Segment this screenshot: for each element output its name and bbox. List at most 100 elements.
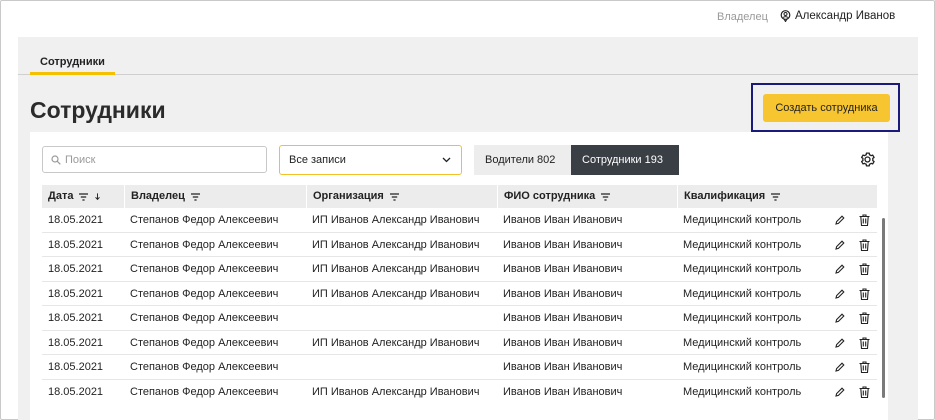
cell-fio: Иванов Иван Иванович xyxy=(503,214,623,226)
table-body: 18.05.2021 Степанов Федор Алексеевич ИП … xyxy=(42,208,877,404)
pencil-icon[interactable] xyxy=(835,386,845,397)
trash-icon[interactable] xyxy=(859,214,870,226)
pencil-icon[interactable] xyxy=(835,337,845,348)
filter-icon[interactable] xyxy=(190,192,200,201)
cell-owner: Степанов Федор Алексеевич xyxy=(130,336,279,349)
cell-owner: Степанов Федор Алексеевич xyxy=(130,263,279,275)
pencil-icon[interactable] xyxy=(835,264,845,274)
cell-organization: ИП Иванов Александр Иванович xyxy=(312,336,480,349)
trash-icon[interactable] xyxy=(859,263,870,275)
cell-date: 18.05.2021 xyxy=(48,336,104,349)
cell-owner: Степанов Федор Алексеевич xyxy=(130,312,279,324)
gear-icon[interactable] xyxy=(859,151,876,168)
cell-qualification: Медицинский контроль xyxy=(683,214,802,226)
filter-icon[interactable] xyxy=(601,192,611,201)
main-panel: Сотрудники Сотрудники Создать сотрудника… xyxy=(18,37,918,420)
cell-organization: ИП Иванов Александр Иванович xyxy=(312,385,480,398)
trash-icon[interactable] xyxy=(859,238,870,251)
cell-qualification: Медицинский контроль xyxy=(683,287,802,300)
cell-fio: Иванов Иван Иванович xyxy=(503,238,623,251)
table-card: Все записи Водители 802 Сотрудники 193 Д… xyxy=(30,132,888,420)
column-header-label: Организация xyxy=(313,190,384,202)
pencil-icon[interactable] xyxy=(835,362,845,372)
cell-date: 18.05.2021 xyxy=(48,385,104,398)
table-row[interactable]: 18.05.2021 Степанов Федор Алексеевич ИП … xyxy=(42,331,877,355)
search-input[interactable] xyxy=(65,153,255,166)
owner-role-label[interactable]: Владелец xyxy=(717,11,768,23)
cell-qualification: Медицинский контроль xyxy=(683,263,802,275)
column-header-qualification[interactable]: Квалификация xyxy=(677,185,877,208)
cell-owner: Степанов Федор Алексеевич xyxy=(130,361,279,373)
trash-icon[interactable] xyxy=(859,336,870,349)
column-header-owner[interactable]: Владелец xyxy=(124,185,306,208)
tab-bar: Сотрудники xyxy=(18,50,918,75)
column-header-label: ФИО сотрудника xyxy=(504,190,596,202)
user-name: Александр Иванов xyxy=(795,10,896,22)
column-header-organization[interactable]: Организация xyxy=(306,185,497,208)
table-row[interactable]: 18.05.2021 Степанов Федор Алексеевич Ива… xyxy=(42,355,877,380)
pencil-icon[interactable] xyxy=(835,239,845,250)
table-row[interactable]: 18.05.2021 Степанов Федор Алексеевич ИП … xyxy=(42,233,877,257)
table-row[interactable]: 18.05.2021 Степанов Федор Алексеевич ИП … xyxy=(42,282,877,306)
cell-fio: Иванов Иван Иванович xyxy=(503,361,623,373)
column-header-label: Дата xyxy=(48,190,74,202)
cell-date: 18.05.2021 xyxy=(48,287,104,300)
cell-owner: Степанов Федор Алексеевич xyxy=(130,238,279,251)
table-row[interactable]: 18.05.2021 Степанов Федор Алексеевич ИП … xyxy=(42,208,877,233)
table-row[interactable]: 18.05.2021 Степанов Федор Алексеевич ИП … xyxy=(42,380,877,405)
filter-icon[interactable] xyxy=(771,192,781,201)
page-title: Сотрудники xyxy=(30,97,166,123)
column-header-fio[interactable]: ФИО сотрудника xyxy=(497,185,677,208)
cell-date: 18.05.2021 xyxy=(48,312,104,324)
table-row[interactable]: 18.05.2021 Степанов Федор Алексеевич Ива… xyxy=(42,306,877,331)
cell-qualification: Медицинский контроль xyxy=(683,312,802,324)
create-employee-button[interactable]: Создать сотрудника xyxy=(763,94,890,122)
records-filter-select[interactable]: Все записи xyxy=(279,145,462,175)
trash-icon[interactable] xyxy=(859,287,870,300)
user-menu[interactable]: Александр Иванов xyxy=(780,10,895,22)
cell-qualification: Медицинский контроль xyxy=(683,385,802,398)
cell-organization: ИП Иванов Александр Иванович xyxy=(312,263,480,275)
trash-icon[interactable] xyxy=(859,385,870,398)
cell-owner: Степанов Федор Алексеевич xyxy=(130,287,279,300)
column-header-date[interactable]: Дата xyxy=(42,185,124,208)
records-filter-value: Все записи xyxy=(289,154,346,166)
sort-down-icon[interactable] xyxy=(94,192,101,201)
cell-organization: ИП Иванов Александр Иванович xyxy=(312,214,480,226)
cell-date: 18.05.2021 xyxy=(48,263,104,275)
cell-qualification: Медицинский контроль xyxy=(683,361,802,373)
pencil-icon[interactable] xyxy=(835,215,845,225)
pencil-icon[interactable] xyxy=(835,313,845,323)
tab-employees[interactable]: Сотрудники xyxy=(30,50,115,75)
cell-qualification: Медицинский контроль xyxy=(683,336,802,349)
filter-icon[interactable] xyxy=(79,192,89,201)
search-icon xyxy=(51,154,61,165)
cell-organization: ИП Иванов Александр Иванович xyxy=(312,287,480,300)
table-header: Дата Владелец Организация ФИО сотрудника… xyxy=(42,185,877,208)
segment-drivers[interactable]: Водители 802 xyxy=(474,145,571,175)
cell-owner: Степанов Федор Алексеевич xyxy=(130,214,279,226)
cell-qualification: Медицинский контроль xyxy=(683,238,802,251)
segment-employees[interactable]: Сотрудники 193 xyxy=(571,145,679,175)
pencil-icon[interactable] xyxy=(835,288,845,299)
trash-icon[interactable] xyxy=(859,361,870,373)
user-pin-icon xyxy=(780,10,791,22)
cell-date: 18.05.2021 xyxy=(48,214,104,226)
table-scrollbar[interactable] xyxy=(882,218,885,398)
filter-icon[interactable] xyxy=(389,192,399,201)
column-header-label: Квалификация xyxy=(684,190,766,202)
top-bar: Владелец Александр Иванов xyxy=(0,0,935,36)
create-button-focus-frame: Создать сотрудника xyxy=(751,83,900,132)
cell-organization: ИП Иванов Александр Иванович xyxy=(312,238,480,251)
cell-fio: Иванов Иван Иванович xyxy=(503,263,623,275)
search-box[interactable] xyxy=(42,146,267,173)
cell-fio: Иванов Иван Иванович xyxy=(503,312,623,324)
table-row[interactable]: 18.05.2021 Степанов Федор Алексеевич ИП … xyxy=(42,257,877,282)
cell-date: 18.05.2021 xyxy=(48,238,104,251)
trash-icon[interactable] xyxy=(859,312,870,324)
cell-fio: Иванов Иван Иванович xyxy=(503,336,623,349)
cell-fio: Иванов Иван Иванович xyxy=(503,385,623,398)
cell-fio: Иванов Иван Иванович xyxy=(503,287,623,300)
cell-owner: Степанов Федор Алексеевич xyxy=(130,385,279,398)
column-header-label: Владелец xyxy=(131,190,185,202)
